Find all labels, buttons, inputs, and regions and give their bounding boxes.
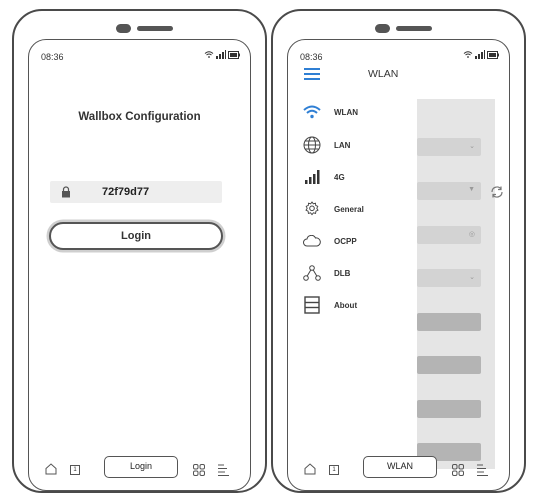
background-button-1 xyxy=(417,313,481,331)
menu-item-ocpp[interactable]: OCPP xyxy=(302,231,357,251)
menu-item-label: About xyxy=(334,300,358,310)
lock-icon xyxy=(61,185,71,203)
eye-off-icon: ◎ xyxy=(468,231,475,238)
status-time: 08:36 xyxy=(41,52,64,62)
page-one-icon[interactable]: 1 xyxy=(329,465,339,475)
menu-item-label: WLAN xyxy=(334,107,358,117)
grid-icon[interactable] xyxy=(452,463,464,481)
screen-wlan: 08:36 WLAN ⌄ ▼ ◎ ⌄ WLAN LAN 4G General O… xyxy=(287,39,510,491)
home-icon[interactable] xyxy=(45,462,57,480)
background-password-1: ◎ xyxy=(417,226,481,244)
menu-item-label: 4G xyxy=(334,172,345,182)
phone-frame-wlan: 08:36 WLAN ⌄ ▼ ◎ ⌄ WLAN LAN 4G General O… xyxy=(271,9,526,493)
background-select-2: ▼ xyxy=(417,182,481,200)
wifi-status-icon xyxy=(463,51,473,58)
gear-icon xyxy=(302,199,322,219)
page-one-icon[interactable]: 1 xyxy=(70,465,80,475)
grid-icon[interactable] xyxy=(193,463,205,481)
menu-item-wlan[interactable]: WLAN xyxy=(302,102,358,122)
signal-status-icon xyxy=(216,50,226,59)
menu-item-label: LAN xyxy=(334,140,351,150)
password-field[interactable]: 72f79d77 xyxy=(50,181,222,203)
tab-login[interactable]: Login xyxy=(104,456,178,478)
menu-item-lan[interactable]: LAN xyxy=(302,135,350,155)
battery-status-icon xyxy=(487,50,499,59)
triangle-down-icon: ▼ xyxy=(468,186,475,193)
wifi-status-icon xyxy=(204,51,214,58)
menu-lines-icon[interactable] xyxy=(218,463,230,481)
menu-item-dlb[interactable]: DLB xyxy=(302,263,350,283)
screen-login: 08:36 Wallbox Configuration 72f79d77 Log… xyxy=(28,39,251,491)
wifi-icon xyxy=(302,102,322,122)
bottom-nav-bar: 1 WLAN xyxy=(288,456,509,480)
phone-frame-login: 08:36 Wallbox Configuration 72f79d77 Log… xyxy=(12,9,267,493)
menu-item-label: General xyxy=(334,204,364,214)
hamburger-menu-icon[interactable] xyxy=(304,68,320,83)
refresh-icon xyxy=(489,184,505,205)
camera-dot xyxy=(116,24,131,33)
chevron-down-icon: ⌄ xyxy=(469,143,475,150)
login-button[interactable]: Login xyxy=(49,222,223,250)
page-title: WLAN xyxy=(368,68,399,80)
chevron-down-icon: ⌄ xyxy=(469,274,475,281)
status-time: 08:36 xyxy=(300,52,323,62)
menu-item-general[interactable]: General xyxy=(302,199,364,219)
cloud-icon xyxy=(302,231,322,251)
camera-dot xyxy=(375,24,390,33)
background-select-1: ⌄ xyxy=(417,138,481,156)
signal-bars-icon xyxy=(302,167,322,187)
background-button-3 xyxy=(417,400,481,418)
bottom-nav-bar: 1 Login xyxy=(29,456,250,480)
menu-item-label: OCPP xyxy=(334,236,357,246)
tab-wlan[interactable]: WLAN xyxy=(363,456,437,478)
list-box-icon xyxy=(302,295,322,315)
menu-item-4g[interactable]: 4G xyxy=(302,167,345,187)
password-value: 72f79d77 xyxy=(102,186,150,198)
background-select-3: ⌄ xyxy=(417,269,481,287)
home-icon[interactable] xyxy=(304,462,316,480)
battery-status-icon xyxy=(228,50,240,59)
page-title: Wallbox Configuration xyxy=(78,111,201,123)
globe-icon xyxy=(302,135,322,155)
background-button-2 xyxy=(417,356,481,374)
status-icons xyxy=(204,50,240,59)
menu-lines-icon[interactable] xyxy=(477,463,489,481)
speaker-grille xyxy=(137,26,173,31)
status-icons xyxy=(463,50,499,59)
network-nodes-icon xyxy=(302,263,322,283)
menu-item-about[interactable]: About xyxy=(302,295,357,315)
signal-status-icon xyxy=(475,50,485,59)
speaker-grille xyxy=(396,26,432,31)
menu-item-label: DLB xyxy=(334,268,351,278)
